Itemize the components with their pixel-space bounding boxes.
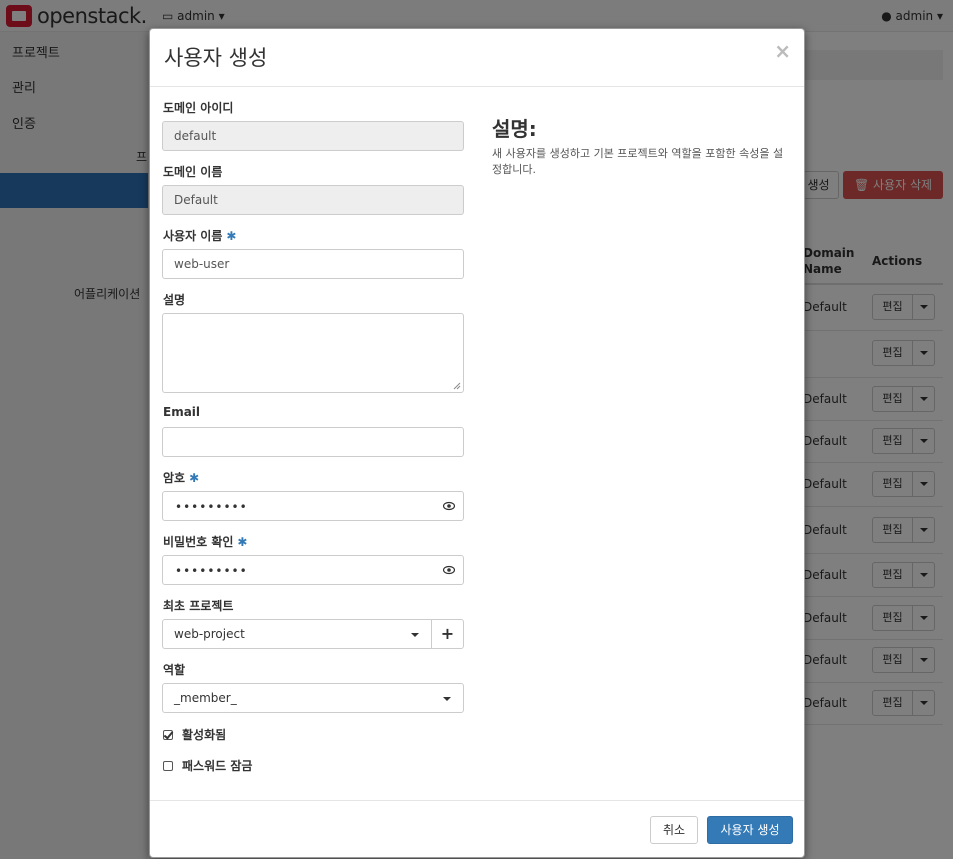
enabled-checkbox-label: 활성화됨	[182, 728, 227, 742]
eye-icon[interactable]	[443, 501, 455, 511]
lock-password-checkbox[interactable]	[163, 760, 173, 771]
password-label: 암호 ✱	[163, 469, 199, 486]
modal-title: 사용자 생성	[164, 46, 268, 70]
lock-password-checkbox-row[interactable]: 패스워드 잠금	[163, 757, 252, 774]
primary-project-value: web-project	[174, 627, 245, 641]
primary-project-label: 최초 프로젝트	[163, 599, 234, 613]
create-user-submit-button[interactable]: 사용자 생성	[707, 816, 793, 844]
resize-handle-icon[interactable]	[453, 382, 461, 390]
add-project-button[interactable]: +	[431, 619, 464, 649]
username-label-text: 사용자 이름	[163, 229, 223, 243]
required-icon: ✱	[226, 229, 237, 243]
primary-project-select[interactable]: web-project	[162, 619, 432, 649]
email-input[interactable]	[162, 427, 464, 457]
description-textarea[interactable]	[162, 313, 464, 393]
password-value: •••••••••	[175, 500, 248, 514]
password-label-text: 암호	[163, 471, 186, 485]
chevron-down-icon	[443, 697, 451, 701]
modal-footer: 취소 사용자 생성	[150, 800, 804, 858]
confirm-password-label-text: 비밀번호 확인	[163, 535, 234, 549]
username-label: 사용자 이름 ✱	[163, 227, 236, 244]
email-label: Email	[163, 405, 201, 419]
description-label: 설명	[163, 293, 186, 307]
password-input[interactable]: •••••••••	[162, 491, 464, 521]
role-select[interactable]: _member_	[162, 683, 464, 713]
role-value: _member_	[174, 691, 237, 705]
domain-name-field: Default	[162, 185, 464, 215]
primary-project-group: web-project +	[162, 619, 464, 649]
chevron-down-icon	[411, 633, 419, 637]
lock-password-checkbox-label: 패스워드 잠금	[182, 759, 253, 773]
domain-id-field: default	[162, 121, 464, 151]
modal-header: 사용자 생성 ×	[150, 29, 804, 87]
close-icon[interactable]: ×	[774, 39, 791, 63]
cancel-button[interactable]: 취소	[650, 816, 698, 844]
username-input[interactable]: web-user	[162, 249, 464, 279]
domain-id-label: 도메인 아이디	[163, 101, 234, 115]
enabled-checkbox-row[interactable]: 활성화됨	[163, 726, 226, 743]
required-icon: ✱	[237, 535, 248, 549]
confirm-password-input[interactable]: •••••••••	[162, 555, 464, 585]
help-text: 새 사용자를 생성하고 기본 프로젝트와 역할을 포함한 속성을 설정합니다.	[492, 147, 784, 176]
confirm-password-label: 비밀번호 확인 ✱	[163, 533, 247, 550]
help-title: 설명:	[492, 117, 537, 141]
domain-name-label: 도메인 이름	[163, 165, 223, 179]
enabled-checkbox[interactable]	[163, 729, 173, 740]
create-user-modal: 사용자 생성 × 도메인 아이디 default 도메인 이름 Default …	[149, 28, 805, 858]
required-icon: ✱	[189, 471, 200, 485]
role-label: 역할	[163, 663, 186, 677]
confirm-password-value: •••••••••	[175, 564, 248, 578]
eye-icon[interactable]	[443, 565, 455, 575]
